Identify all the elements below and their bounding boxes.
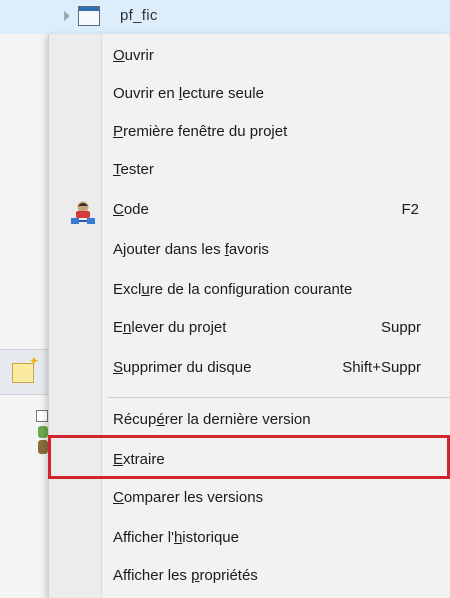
small-item-icon [36,410,48,422]
tree-row-pf-fic[interactable]: pf_fic [0,0,450,35]
menu-item-enlever-projet[interactable]: Enlever du projet Suppr [49,310,450,348]
menu-item-label: Enlever du projet [113,319,227,336]
menu-item-afficher-historique[interactable]: Afficher l'historique [49,520,450,558]
menu-item-label: Ouvrir en lecture seule [113,85,264,102]
menu-separator [107,397,450,398]
menu-item-label: Afficher les propriétés [113,567,258,584]
left-panel [0,34,48,598]
menu-item-tester[interactable]: Tester [49,152,450,190]
small-item-icon-2 [38,426,48,438]
code-icon [71,201,95,224]
menu-item-ouvrir[interactable]: Ouvrir [49,38,450,76]
menu-item-ajouter-favoris[interactable]: Ajouter dans les favoris [49,232,450,270]
menu-item-shortcut: F2 [401,201,419,218]
menu-item-label: Récupérer la dernière version [113,411,311,428]
menu-item-label: Supprimer du disque [113,359,252,376]
menu-item-label: Afficher l'historique [113,529,239,546]
small-item-icon-3 [38,440,48,454]
menu-item-comparer-versions[interactable]: Comparer les versions [49,480,450,518]
tree-item-label: pf_fic [120,7,158,24]
menu-item-shortcut: Suppr [380,319,421,336]
menu-item-label: Exclure de la configuration courante [113,281,353,298]
document-icon [78,6,100,26]
menu-item-shortcut: Shift+Suppr [342,359,421,376]
menu-item-afficher-proprietes[interactable]: Afficher les propriétés [49,558,450,596]
menu-item-label: Code [113,201,149,218]
menu-item-label: Ouvrir [113,47,154,64]
menu-item-ouvrir-lecture-seule[interactable]: Ouvrir en lecture seule [49,76,450,114]
context-menu: Ouvrir Ouvrir en lecture seule Première … [48,34,450,598]
folder-icon[interactable] [12,354,39,383]
expand-arrow-icon[interactable] [64,11,70,21]
menu-item-label: Ajouter dans les favoris [113,241,269,258]
menu-item-label: Tester [113,161,154,178]
menu-item-premiere-fenetre[interactable]: Première fenêtre du projet [49,114,450,152]
menu-item-supprimer-disque[interactable]: Supprimer du disque Shift+Suppr [49,350,450,388]
menu-item-exclure-configuration[interactable]: Exclure de la configuration courante [49,272,450,310]
menu-item-code[interactable]: Code F2 [49,192,450,230]
menu-item-label: Première fenêtre du projet [113,123,288,140]
extraire-highlight-frame [48,435,450,479]
menu-item-label: Comparer les versions [113,489,264,506]
